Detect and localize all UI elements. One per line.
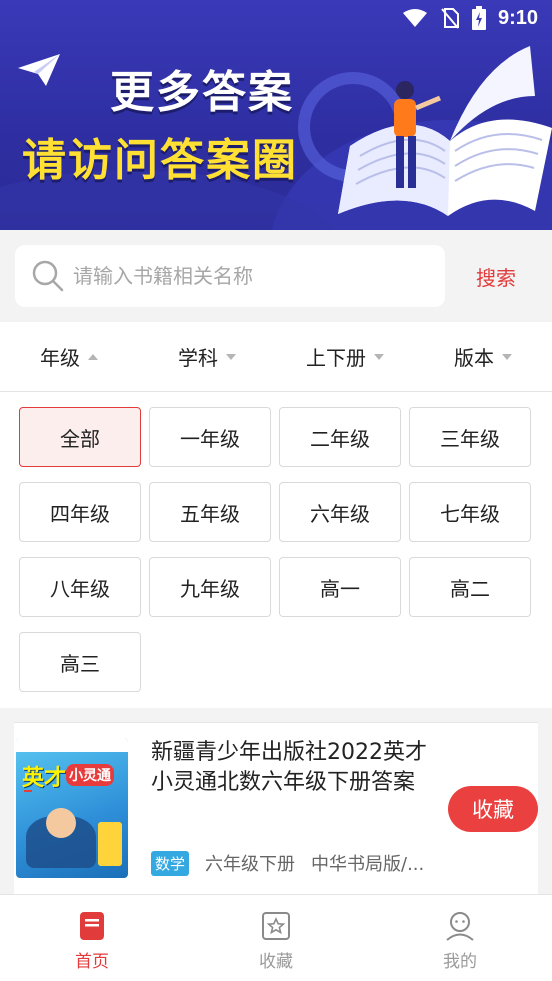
grade-option[interactable]: 三年级: [409, 407, 531, 467]
caret-up-icon: [88, 353, 98, 360]
grade-option[interactable]: 五年级: [149, 482, 271, 542]
cover-subtitle: 小灵通: [66, 764, 114, 786]
wifi-icon: [402, 9, 427, 27]
filter-label: 上下册: [306, 346, 366, 370]
tab-home[interactable]: 首页: [0, 895, 184, 981]
grade-options: 全部 一年级 二年级 三年级 四年级 五年级 六年级 七年级 八年级 九年级 高…: [19, 407, 531, 692]
grade-option[interactable]: 高三: [19, 632, 141, 692]
search-bar[interactable]: [15, 245, 445, 307]
cover-seal: [98, 822, 122, 866]
book-title[interactable]: 新疆青少年出版社2022英才小灵通北数六年级下册答案: [151, 738, 431, 798]
banner-subheadline: 请访问答案圈: [22, 136, 298, 185]
caret-down-icon: [226, 353, 236, 360]
divider: [14, 722, 538, 723]
filter-bar: 年级 学科 上下册 版本: [0, 322, 552, 392]
filter-label: 学科: [178, 346, 218, 370]
search-button[interactable]: 搜索: [476, 262, 516, 291]
grade-option[interactable]: 八年级: [19, 557, 141, 617]
caret-down-icon: [502, 353, 512, 360]
open-book-illustration: [338, 46, 552, 216]
filter-label: 版本: [454, 346, 494, 370]
no-sim-icon: [441, 8, 459, 29]
filter-edition[interactable]: 版本: [414, 322, 552, 391]
filter-label: 年级: [40, 346, 80, 370]
battery-charging-icon: [471, 6, 486, 30]
book-cover[interactable]: 英才 小灵通: [16, 738, 128, 878]
home-book-icon: [80, 912, 104, 940]
grade-dropdown-panel: 全部 一年级 二年级 三年级 四年级 五年级 六年级 七年级 八年级 九年级 高…: [0, 392, 552, 708]
search-icon: [32, 260, 64, 292]
grade-option[interactable]: 高二: [409, 557, 531, 617]
tab-label: 首页: [75, 952, 109, 972]
book-grade: 六年级下册: [205, 854, 296, 875]
grade-option[interactable]: 七年级: [409, 482, 531, 542]
filter-grade[interactable]: 年级: [0, 322, 138, 391]
filter-volume[interactable]: 上下册: [276, 322, 414, 391]
tab-favorites[interactable]: 收藏: [184, 895, 368, 981]
grade-option[interactable]: 九年级: [149, 557, 271, 617]
search-input[interactable]: [73, 264, 413, 288]
grade-option[interactable]: 六年级: [279, 482, 401, 542]
grade-option[interactable]: 四年级: [19, 482, 141, 542]
user-icon: [446, 912, 474, 941]
tab-label: 收藏: [259, 952, 293, 972]
status-bar: 9:10: [402, 6, 538, 30]
book-meta: 数学 六年级下册 中华书局版/...: [151, 850, 424, 876]
tab-label: 我的: [443, 952, 477, 972]
filter-subject[interactable]: 学科: [138, 322, 276, 391]
favorite-button[interactable]: 收藏: [448, 786, 538, 832]
caret-down-icon: [374, 353, 384, 360]
grade-option[interactable]: 一年级: [149, 407, 271, 467]
paper-plane-icon: [18, 54, 60, 86]
subject-badge: 数学: [151, 850, 190, 876]
clock-time: 9:10: [497, 6, 538, 29]
star-box-icon: [262, 912, 290, 940]
tab-profile[interactable]: 我的: [368, 895, 552, 981]
cover-tag: [24, 790, 32, 792]
grade-option-all[interactable]: 全部: [19, 407, 141, 467]
cover-strip: [16, 738, 128, 752]
grade-option[interactable]: 二年级: [279, 407, 401, 467]
search-section: 搜索: [0, 230, 552, 322]
book-edition: 中华书局版/...: [311, 854, 425, 875]
promo-banner[interactable]: 9:10 更多答案 请访问答案圈: [0, 0, 552, 230]
cover-title: 英才: [22, 765, 67, 790]
grade-option[interactable]: 高一: [279, 557, 401, 617]
bottom-tab-bar: 首页 收藏 我的: [0, 894, 552, 981]
banner-headline: 更多答案: [110, 68, 294, 117]
cover-art: [46, 808, 76, 838]
